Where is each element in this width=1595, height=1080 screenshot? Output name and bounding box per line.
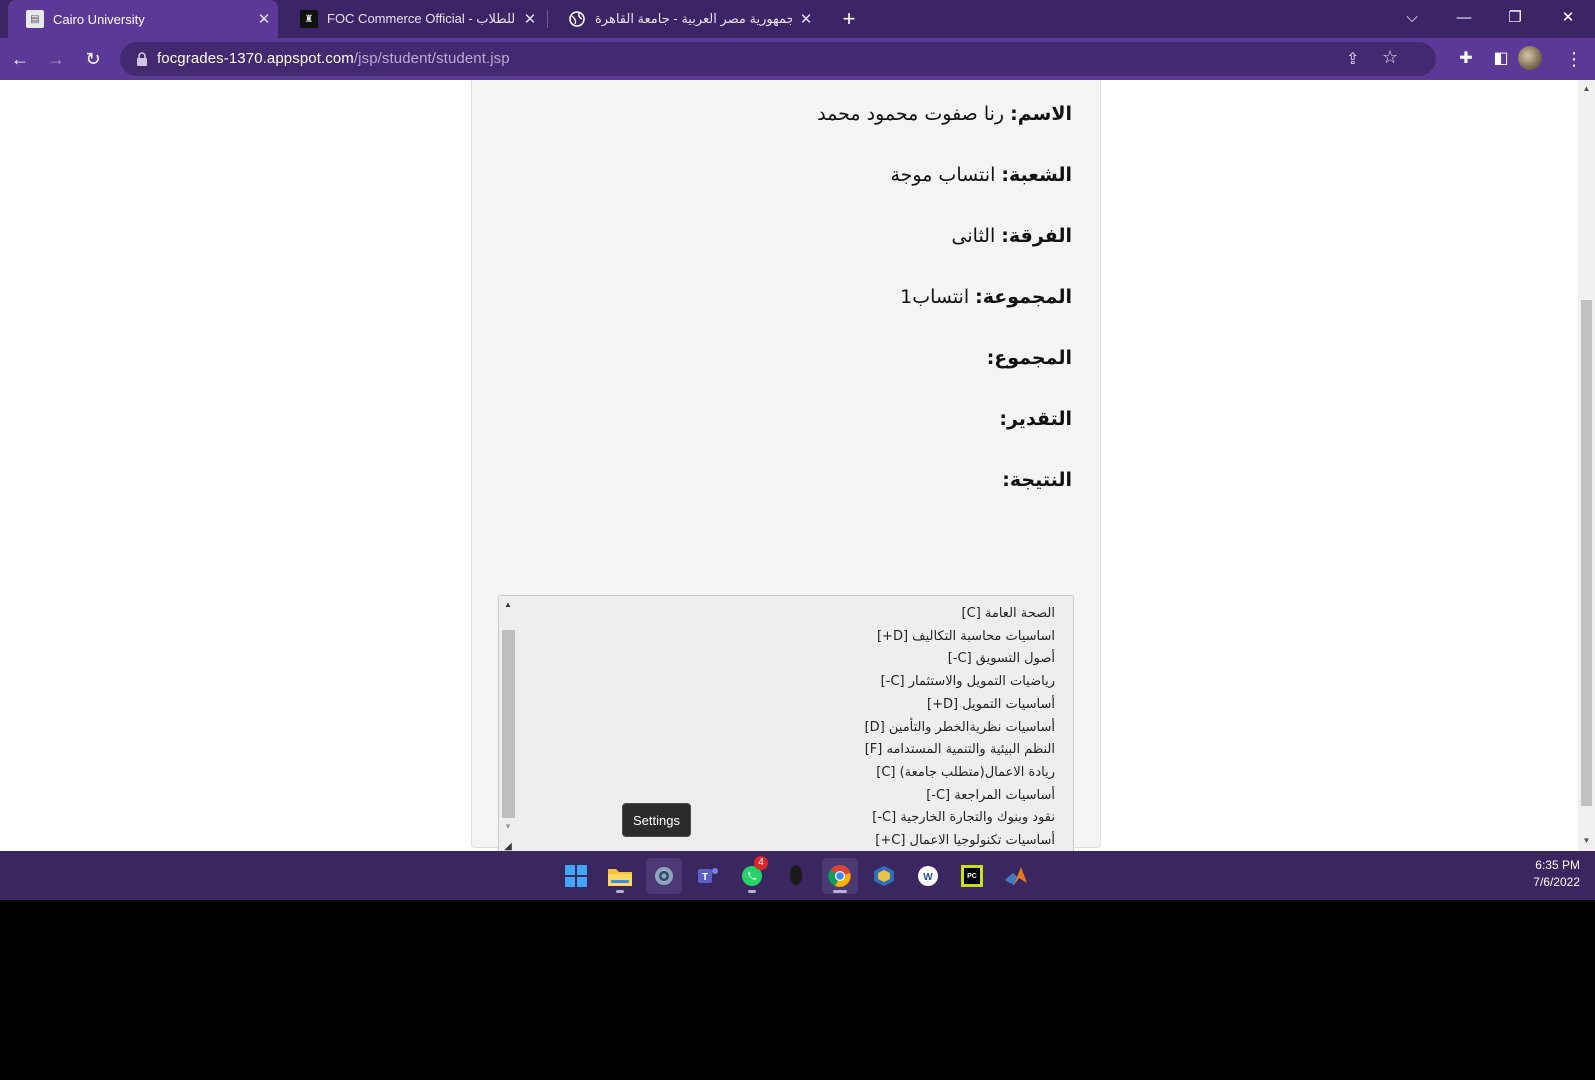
svg-text:PC: PC [967,873,977,880]
result-line: ريادة الاعمال(متطلب جامعة) [C] [876,764,1055,780]
reload-icon[interactable]: ↻ [79,46,107,72]
minimize-button[interactable]: — [1439,0,1489,38]
result-line: رياضيات التمويل والاستثمار [C-] [880,674,1055,690]
svg-text:W: W [923,872,933,883]
close-window-button[interactable]: ✕ [1543,0,1593,38]
running-indicator [616,890,624,893]
tab-separator [547,10,548,28]
result-line: أساسيات المراجعة [C-] [926,787,1055,803]
clock-date: 7/6/2022 [1533,875,1580,889]
tab-search-chevron-down-icon[interactable]: ⌵ [1387,0,1437,38]
year-label: الفرقة: [1001,225,1072,247]
restore-button[interactable]: ❐ [1490,0,1540,38]
lock-icon [137,52,147,66]
result-label: النتيجة: [1002,469,1072,491]
result-field: النتيجة: [1002,469,1072,491]
url-path: /jsp/student/student.jsp [353,50,510,67]
division-field: الشعبة: انتساب موجة [890,164,1072,186]
back-arrow-icon[interactable]: ← [6,46,34,72]
url-host: focgrades-1370.appspot.com [157,50,354,67]
group-label: المجموعة: [975,286,1072,308]
virtualbox-icon[interactable] [866,858,902,894]
forward-arrow-icon[interactable]: → [42,46,70,72]
teams-icon[interactable]: T [690,858,726,894]
resize-grip-icon[interactable]: ◢ [502,841,514,851]
tab-cairo-university-ar[interactable]: جمهورية مصر العربية - جامعة القاهرة ✕ [550,0,820,38]
result-line: أساسيات تكنولوجيا الاعمال [C+] [875,833,1055,849]
settings-gear-icon[interactable] [646,858,682,894]
whatsapp-notification-badge: 4 [754,856,768,870]
division-label: الشعبة: [1001,164,1072,186]
student-card: الاسم: رنا صفوت محمود محمد الشعبة: انتسا… [471,80,1101,851]
url-text: focgrades-1370.appspot.com/jsp/student/s… [157,42,510,76]
page-scroll-thumb[interactable] [1581,300,1592,806]
year-field: الفرقة: الثانى [952,225,1072,247]
result-line: أصول التسويق [C-] [947,651,1055,667]
page-scroll-up-icon[interactable]: ▲ [1581,84,1592,93]
results-scrollbar[interactable]: ▲ ▼ ◢ [499,596,517,851]
foc-favicon-icon: ♜ [300,10,318,28]
start-windows-icon[interactable] [558,858,594,894]
extensions-puzzle-icon[interactable]: ✚ [1452,46,1480,72]
share-icon[interactable]: ⇪ [1346,49,1359,69]
tab-title: Cairo University [53,11,145,27]
browser-toolbar: ← → ↻ focgrades-1370.appspot.com/jsp/stu… [0,38,1595,80]
division-value: انتساب موجة [890,164,1002,186]
page-scrollbar[interactable]: ▲ ▼ [1578,80,1595,851]
close-tab-icon[interactable]: ✕ [792,10,820,28]
result-line: أساسيات التمويل [D+] [927,696,1055,712]
tab-strip: ▤ Cairo University ✕ ♜ FOC Commerce Offi… [0,0,1595,38]
address-bar[interactable]: focgrades-1370.appspot.com/jsp/student/s… [120,42,1436,76]
svg-text:T: T [702,872,708,883]
bookmark-star-icon[interactable]: ☆ [1382,47,1398,68]
year-value: الثانى [951,225,1002,247]
group-field: المجموعة: انتساب1 [900,286,1072,308]
tab-title: FOC Commerce Official - ى للطلاب [327,11,516,26]
tab-title: جمهورية مصر العربية - جامعة القاهرة [595,11,792,26]
pycharm-icon[interactable]: PC [954,858,990,894]
side-panel-icon[interactable]: ◧ [1487,46,1515,72]
profile-avatar[interactable] [1518,46,1542,70]
new-tab-button[interactable]: + [836,6,862,32]
whatsapp-icon[interactable]: 4 [734,856,770,894]
menu-kebab-icon[interactable]: ⋮ [1560,46,1588,72]
tab-foc-commerce[interactable]: ♜ FOC Commerce Official - ى للطلاب ✕ [282,0,544,38]
result-line: أساسيات نظريةالخطر والتأمين [D] [864,719,1055,735]
word-app-icon[interactable]: W [910,858,946,894]
file-explorer-folder-icon[interactable] [602,858,638,894]
results-list: الصحة العامة [C] اساسيات محاسبة التكاليف… [865,603,1055,851]
microphone-app-icon[interactable] [778,858,814,894]
name-value: رنا صفوت محمود محمد [817,103,1011,125]
grade-field: التقدير: [999,408,1072,430]
total-field: المجموع: [987,347,1072,369]
name-field: الاسم: رنا صفوت محمود محمد [817,103,1072,125]
close-tab-icon[interactable]: ✕ [516,10,544,28]
results-textarea[interactable]: الصحة العامة [C] اساسيات محاسبة التكاليف… [498,595,1074,851]
tab-cairo-university[interactable]: ▤ Cairo University ✕ [8,0,278,38]
result-line: نقود وبنوك والتجارة الخارجية [C-] [872,810,1055,826]
system-clock[interactable]: 6:35 PM 7/6/2022 [1516,857,1580,891]
matlab-icon[interactable] [998,858,1034,894]
chrome-icon[interactable] [822,858,858,894]
settings-tooltip: Settings [622,803,691,837]
running-indicator [833,890,847,893]
results-scroll-thumb[interactable] [502,630,515,818]
page-viewport: الاسم: رنا صفوت محمود محمد الشعبة: انتسا… [0,80,1578,851]
globe-icon [568,10,586,28]
scroll-down-arrow-icon[interactable]: ▼ [502,822,514,831]
running-indicator [748,890,756,893]
cairo-university-favicon-icon: ▤ [26,10,44,28]
result-line: اساسيات محاسبة التكاليف [D+] [876,628,1055,644]
result-line: الصحة العامة [C] [961,606,1055,621]
total-label: المجموع: [986,347,1072,369]
page-scroll-down-icon[interactable]: ▼ [1581,836,1592,845]
name-label: الاسم: [1010,103,1072,125]
clock-time: 6:35 PM [1535,858,1580,872]
scroll-up-arrow-icon[interactable]: ▲ [502,600,514,609]
windows-taskbar: T 4 W PC [0,851,1595,900]
grade-label: التقدير: [999,408,1072,430]
close-tab-icon[interactable]: ✕ [250,10,278,28]
group-value: انتساب1 [900,286,976,308]
result-line: النظم البيئية والتنمية المستدامه [F] [864,742,1055,758]
